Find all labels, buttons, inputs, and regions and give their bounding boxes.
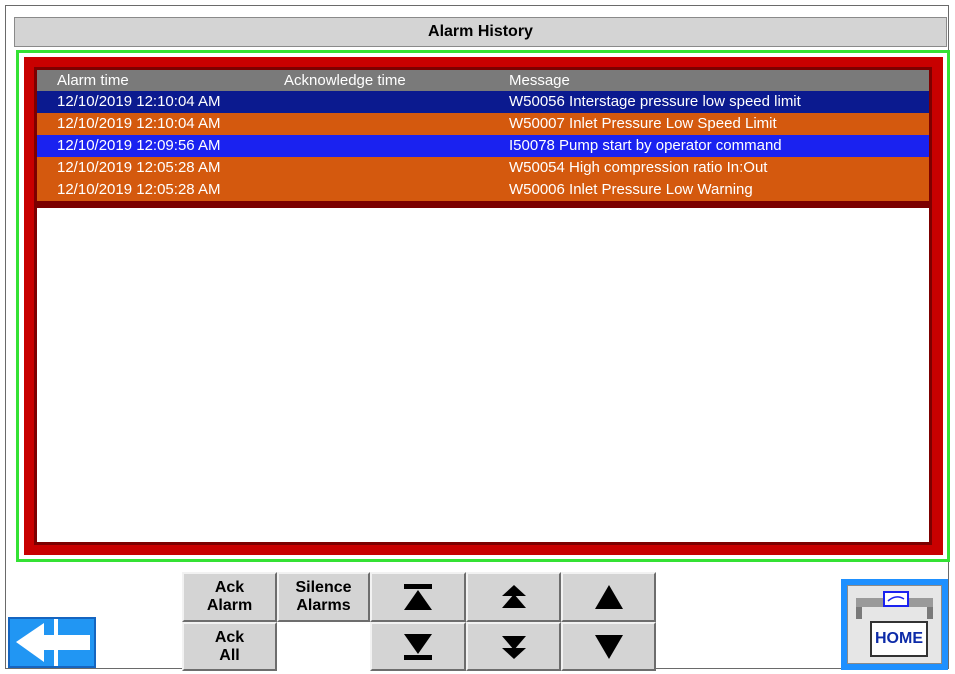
down-triangle-icon <box>594 634 623 659</box>
silence-alarms-label-1: Silence <box>295 579 352 596</box>
alarm-time-cell: 12/10/2019 12:10:04 AM <box>57 93 221 110</box>
silence-alarms-label-2: Alarms <box>296 597 351 614</box>
home-button-face: HOME <box>847 585 942 664</box>
line-down-button[interactable] <box>561 622 656 671</box>
header-alarm-time[interactable]: Alarm time <box>57 72 129 89</box>
double-up-icon <box>501 585 526 608</box>
alarm-time-cell: 12/10/2019 12:05:28 AM <box>57 159 221 176</box>
title-bar: Alarm History <box>14 17 947 47</box>
table-row[interactable]: 12/10/2019 12:09:56 AM I50078 Pump start… <box>37 135 929 157</box>
alarm-table-header: Alarm time Acknowledge time Message <box>37 70 929 91</box>
ack-all-label-1: Ack <box>214 628 245 646</box>
line-up-button[interactable] <box>561 572 656 622</box>
ack-alarm-label-1: Ack <box>214 579 245 596</box>
page-up-button[interactable] <box>466 572 561 622</box>
last-page-button[interactable] <box>370 622 466 671</box>
double-down-icon <box>501 635 526 659</box>
message-cell: I50078 Pump start by operator command <box>509 137 782 154</box>
ack-all-button[interactable]: Ack All <box>182 622 277 671</box>
alarm-time-cell: 12/10/2019 12:09:56 AM <box>57 137 221 154</box>
home-label: HOME <box>870 621 928 657</box>
message-cell: W50007 Inlet Pressure Low Speed Limit <box>509 115 777 132</box>
alarm-rows: 12/10/2019 12:10:04 AM W50056 Interstage… <box>37 91 929 201</box>
page-title: Alarm History <box>428 23 533 40</box>
ack-alarm-label-2: Alarm <box>206 597 253 614</box>
empty-button-slot <box>277 622 370 671</box>
message-cell: W50006 Inlet Pressure Low Warning <box>509 181 753 198</box>
message-cell: W50054 High compression ratio In:Out <box>509 159 768 176</box>
up-triangle-icon <box>594 585 623 609</box>
header-message[interactable]: Message <box>509 72 570 89</box>
table-row[interactable]: 12/10/2019 12:10:04 AM W50056 Interstage… <box>37 91 929 113</box>
table-row[interactable]: 12/10/2019 12:05:28 AM W50006 Inlet Pres… <box>37 179 929 201</box>
ack-all-label-2: All <box>219 646 240 664</box>
home-button[interactable]: HOME <box>841 579 948 670</box>
arrow-left-icon <box>16 619 90 666</box>
message-cell: W50056 Interstage pressure low speed lim… <box>509 93 801 110</box>
arrow-to-top-icon <box>404 584 432 610</box>
alarm-rows-divider <box>37 201 929 208</box>
page-down-button[interactable] <box>466 622 561 671</box>
first-page-button[interactable] <box>370 572 466 622</box>
table-row[interactable]: 12/10/2019 12:05:28 AM W50054 High compr… <box>37 157 929 179</box>
alarm-time-cell: 12/10/2019 12:05:28 AM <box>57 181 221 198</box>
header-acknowledge-time[interactable]: Acknowledge time <box>284 72 406 89</box>
back-button[interactable] <box>8 617 96 668</box>
home-logo-icon <box>856 591 933 619</box>
ack-alarm-button[interactable]: Ack Alarm <box>182 572 277 622</box>
silence-alarms-button[interactable]: Silence Alarms <box>277 572 370 622</box>
arrow-to-bottom-icon <box>404 633 432 660</box>
alarm-time-cell: 12/10/2019 12:10:04 AM <box>57 115 221 132</box>
table-row[interactable]: 12/10/2019 12:10:04 AM W50007 Inlet Pres… <box>37 113 929 135</box>
